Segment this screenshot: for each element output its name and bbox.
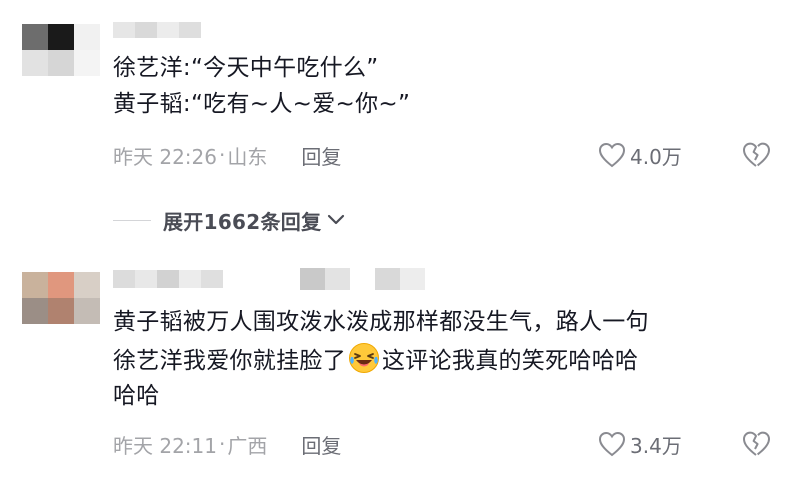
dislike-button[interactable]	[741, 140, 771, 170]
expand-replies-button[interactable]: 展开1662条回复	[113, 204, 345, 236]
laughing-crying-emoji-icon	[349, 343, 379, 373]
like-button[interactable]: 4.0万	[598, 140, 682, 170]
username-mosaic	[375, 268, 425, 290]
username-mosaic[interactable]	[113, 22, 201, 38]
separator-dot: ·	[219, 143, 226, 167]
comment-text-segment: 这评论我真的笑死哈哈哈	[382, 348, 639, 374]
divider-line	[113, 219, 151, 221]
comment-time: 昨天 22:26	[113, 144, 217, 169]
like-button[interactable]: 3.4万	[598, 429, 682, 459]
heart-outline-icon	[598, 431, 626, 457]
broken-heart-icon	[743, 431, 770, 456]
comment-time: 昨天 22:11	[113, 433, 217, 458]
expand-replies-label: 展开1662条回复	[163, 209, 322, 234]
comment-text-line: 哈哈	[113, 383, 160, 409]
dislike-button[interactable]	[741, 429, 771, 459]
reply-button[interactable]: 回复	[301, 430, 341, 459]
reply-button[interactable]: 回复	[301, 141, 341, 170]
username-mosaic	[300, 268, 350, 290]
username-mosaic[interactable]	[113, 270, 223, 288]
heart-outline-icon	[598, 142, 626, 168]
comment-text-line: 黄子韬被万人围攻泼水泼成那样都没生气，路人一句	[113, 309, 649, 335]
comment-meta: 昨天 22:11 · 广西 回复	[113, 429, 341, 459]
comment-text-segment: 徐艺洋我爱你就挂脸了	[113, 348, 346, 374]
like-count: 4.0万	[630, 144, 682, 169]
avatar[interactable]	[22, 272, 100, 324]
avatar[interactable]	[22, 24, 100, 76]
comment-location: 广西	[227, 433, 268, 458]
chevron-down-icon	[328, 214, 345, 225]
comment-meta: 昨天 22:26 · 山东 回复	[113, 140, 341, 170]
comment-text-line: 徐艺洋:“今天中午吃什么”	[113, 55, 379, 81]
comment-text-line: 黄子韬:“吃有~人~爱~你~”	[113, 91, 411, 117]
separator-dot: ·	[219, 432, 226, 456]
broken-heart-icon	[743, 142, 770, 167]
comment-section: 徐艺洋:“今天中午吃什么” 黄子韬:“吃有~人~爱~你~” 昨天 22:26 ·…	[0, 0, 800, 494]
like-count: 3.4万	[630, 433, 682, 458]
comment-text-line: 徐艺洋我爱你就挂脸了 这评论我真的笑死哈哈哈	[113, 342, 638, 377]
comment-location: 山东	[227, 144, 268, 169]
